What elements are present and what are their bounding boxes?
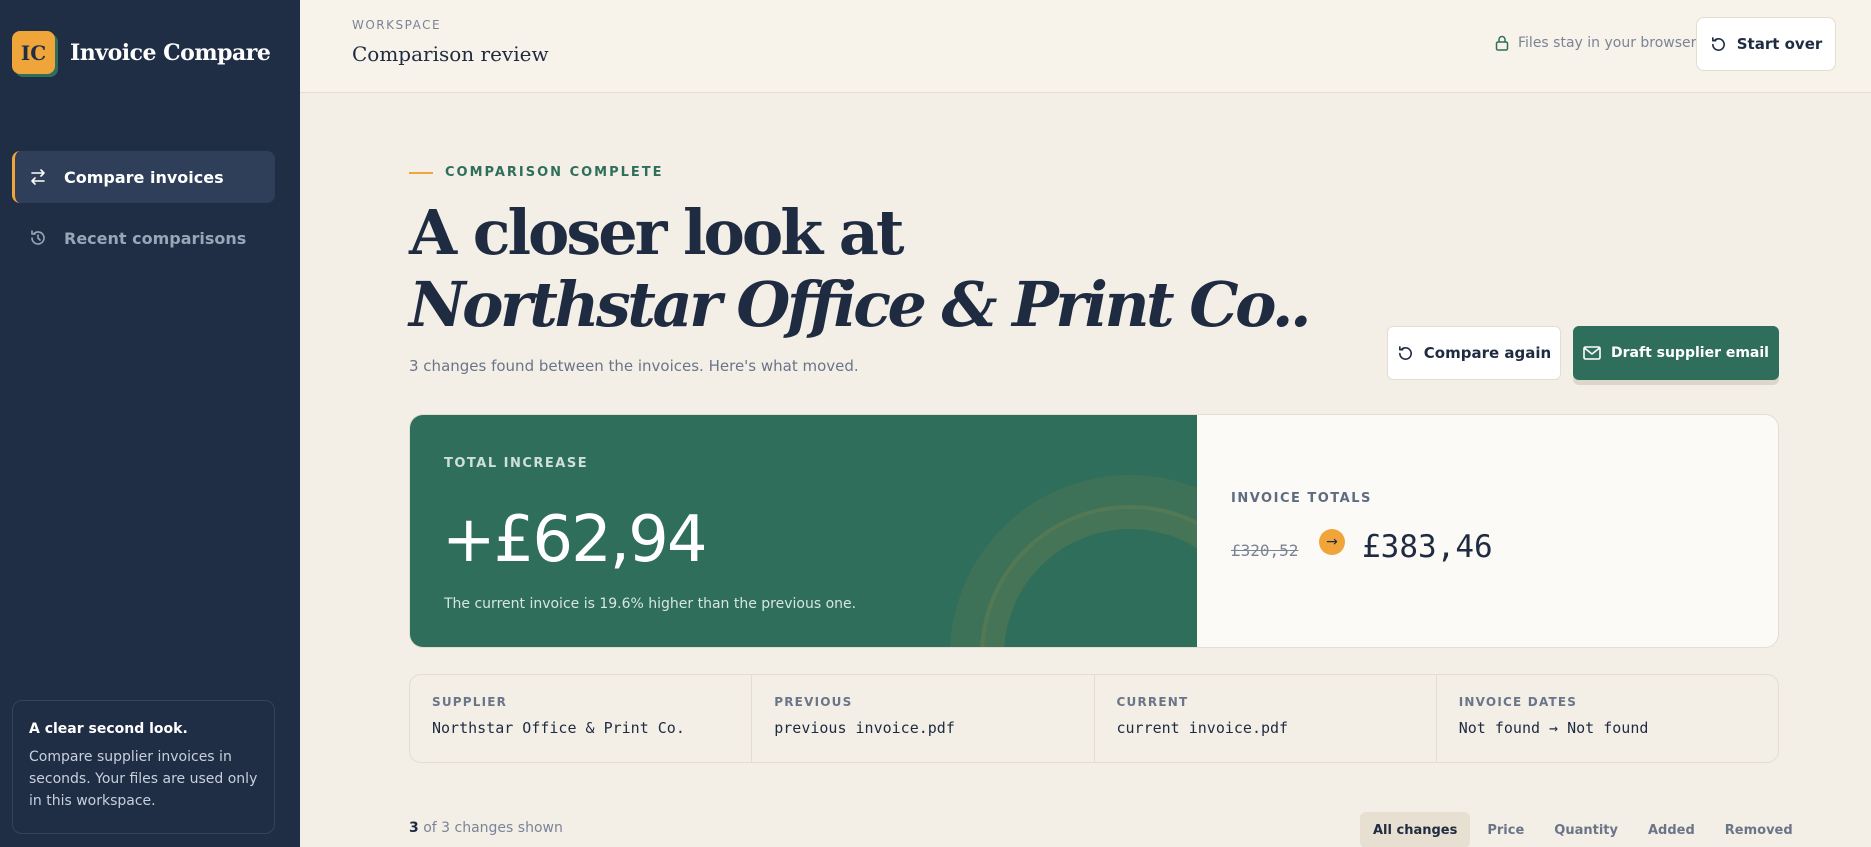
filter-price[interactable]: Price (1474, 812, 1537, 847)
brand[interactable]: IC Invoice Compare (12, 31, 271, 74)
changes-summary-text: 3 changes found between the invoices. He… (409, 357, 859, 375)
privacy-note: Files stay in your browser (1495, 35, 1696, 51)
draft-supplier-email-button[interactable]: Draft supplier email (1573, 326, 1779, 380)
invoice-totals-label: INVOICE TOTALS (1231, 491, 1372, 506)
page-title: Comparison review (352, 42, 549, 66)
start-over-button[interactable]: Start over (1696, 17, 1836, 71)
sidebar-item-recent-comparisons[interactable]: Recent comparisons (12, 212, 275, 264)
meta-current: CURRENT current invoice.pdf (1095, 675, 1437, 762)
start-over-label: Start over (1736, 35, 1823, 53)
meta-label: PREVIOUS (774, 695, 853, 709)
meta-previous: PREVIOUS previous invoice.pdf (752, 675, 1095, 762)
draft-email-label: Draft supplier email (1611, 345, 1769, 361)
filter-added[interactable]: Added (1635, 812, 1708, 847)
total-increase-panel: TOTAL INCREASE +£62,94 The current invoi… (410, 415, 1197, 647)
changes-count-number: 3 (409, 820, 419, 836)
changes-count: 3 of 3 changes shown (409, 820, 563, 836)
previous-total: £320,52 (1231, 541, 1299, 560)
sidebar-item-label: Recent comparisons (64, 228, 247, 248)
kicker-rule (409, 171, 433, 174)
info-card: A clear second look. Compare supplier in… (12, 700, 275, 834)
refresh-icon (1710, 36, 1727, 53)
meta-value: Not found → Not found (1458, 719, 1649, 737)
info-card-text: Compare supplier invoices in seconds. Yo… (29, 749, 258, 809)
meta-supplier: SUPPLIER Northstar Office & Print Co. (410, 675, 753, 762)
sidebar: IC Invoice Compare Compare invoices Rece… (0, 0, 300, 847)
filter-quantity[interactable]: Quantity (1541, 812, 1631, 847)
kicker-text: COMPARISON COMPLETE (445, 165, 664, 180)
changes-count-suffix: of 3 changes shown (423, 820, 563, 836)
info-card-title: A clear second look. (29, 721, 188, 737)
sidebar-item-label: Compare invoices (64, 167, 224, 187)
meta-value: Northstar Office & Print Co. (432, 719, 685, 737)
arrows-swap-icon (28, 167, 48, 187)
arrow-right-icon: → (1319, 529, 1345, 555)
total-increase-value: +£62,94 (442, 503, 708, 577)
topbar: WORKSPACE Comparison review Files stay i… (300, 0, 1871, 93)
total-increase-label: TOTAL INCREASE (444, 456, 589, 471)
compare-again-button[interactable]: Compare again (1387, 326, 1561, 380)
filter-removed[interactable]: Removed (1712, 812, 1806, 847)
change-filters: All changes Price Quantity Added Removed (1360, 812, 1810, 847)
comparison-status: COMPARISON COMPLETE (409, 165, 664, 180)
meta-label: CURRENT (1116, 695, 1189, 709)
meta-value: previous invoice.pdf (774, 719, 955, 737)
lock-icon (1495, 35, 1509, 51)
mail-icon (1583, 346, 1601, 360)
brand-name: Invoice Compare (70, 39, 271, 66)
workspace-eyebrow: WORKSPACE (352, 18, 442, 32)
meta-label: INVOICE DATES (1458, 695, 1578, 709)
invoice-meta: SUPPLIER Northstar Office & Print Co. PR… (409, 674, 1779, 763)
total-increase-note: The current invoice is 19.6% higher than… (444, 596, 857, 612)
history-icon (28, 228, 48, 248)
headline-supplier-name: Northstar Office & Print Co.. (409, 268, 1312, 341)
summary-card: TOTAL INCREASE +£62,94 The current invoi… (409, 414, 1779, 648)
current-total: £383,46 (1362, 529, 1493, 565)
meta-label: SUPPLIER (432, 695, 508, 709)
sidebar-item-compare-invoices[interactable]: Compare invoices (12, 151, 275, 203)
meta-invoice-dates: INVOICE DATES Not found → Not found (1437, 675, 1778, 762)
privacy-text: Files stay in your browser (1518, 35, 1697, 51)
headline-line-1: A closer look at (409, 196, 905, 269)
filter-all-changes[interactable]: All changes (1360, 812, 1471, 847)
headline: A closer look at Northstar Office & Prin… (409, 196, 1312, 341)
brand-logo: IC (12, 31, 55, 74)
compare-again-label: Compare again (1423, 344, 1552, 362)
meta-value: current invoice.pdf (1116, 719, 1289, 737)
refresh-icon (1397, 345, 1414, 362)
